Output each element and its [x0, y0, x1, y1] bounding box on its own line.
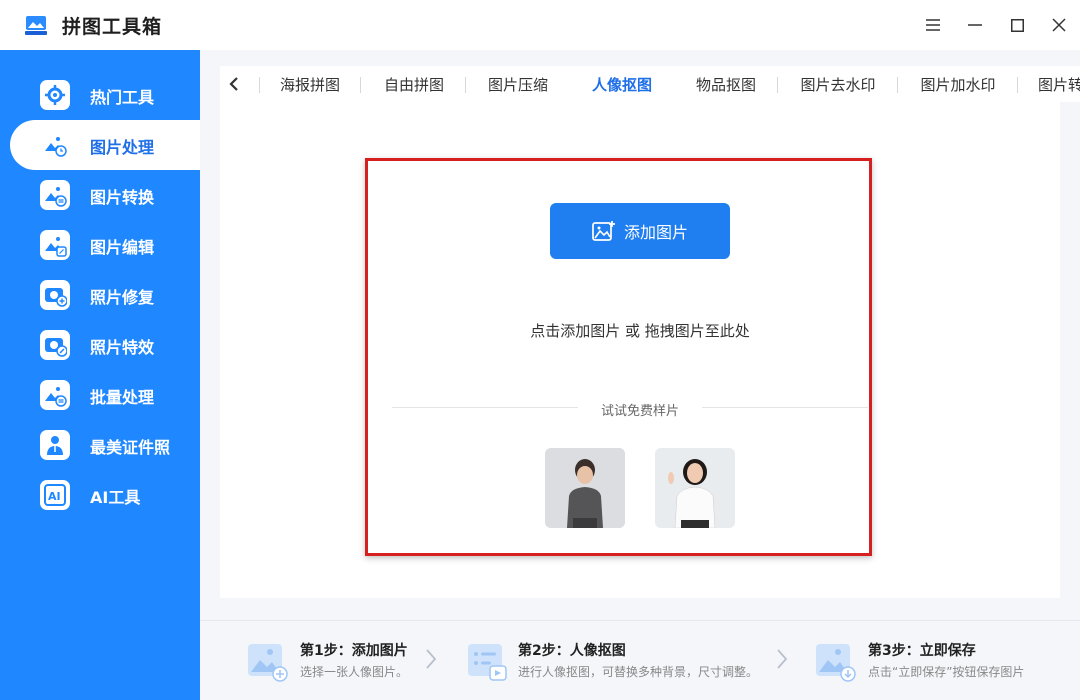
id-photo-icon [40, 430, 70, 460]
step-2-desc: 进行人像抠图，可替换多种背景，尺寸调整。 [518, 665, 759, 679]
tab-separator [360, 77, 361, 93]
tab-image-convert[interactable]: 图片转 [1022, 66, 1080, 102]
sidebar-item-label: 图片编辑 [90, 238, 155, 257]
tab-free-collage[interactable]: 自由拼图 [366, 66, 462, 102]
tab-add-watermark[interactable]: 图片加水印 [902, 66, 1014, 102]
sidebar-item-image-convert[interactable]: 图片转换 [10, 170, 200, 220]
camera-wand-icon [40, 330, 70, 360]
sidebar-item-label: AI工具 [90, 488, 141, 507]
sidebar-item-label: 图片转换 [90, 188, 155, 207]
sidebar-item-label: 批量处理 [90, 388, 155, 407]
camera-plus-icon [40, 280, 70, 310]
image-batch-icon [40, 380, 70, 410]
image-clock-icon [40, 130, 70, 160]
chevron-right-icon [776, 648, 788, 676]
image-edit-icon [40, 230, 70, 260]
tab-separator [259, 77, 260, 93]
chevron-right-icon [425, 648, 437, 676]
menu-icon[interactable] [918, 10, 948, 40]
sidebar-item-label: 照片特效 [90, 338, 155, 357]
app-logo-icon [25, 16, 47, 35]
steps-footer [200, 620, 1080, 700]
app-title: 拼图工具箱 [62, 16, 163, 38]
add-image-step-icon [248, 644, 288, 682]
close-button[interactable] [1044, 10, 1074, 40]
tab-separator [777, 77, 778, 93]
sidebar-item-label: 照片修复 [90, 288, 155, 307]
settings-icon [40, 80, 70, 110]
ai-icon: AI [40, 480, 70, 510]
sidebar-item-hot-tools[interactable]: 热门工具 [10, 70, 200, 120]
save-step-icon [816, 644, 856, 682]
chevron-left-icon[interactable] [220, 70, 248, 98]
image-convert-icon [40, 180, 70, 210]
minimize-button[interactable] [960, 10, 990, 40]
sidebar-item-id-photo[interactable]: 最美证件照 [10, 420, 200, 470]
tab-remove-watermark[interactable]: 图片去水印 [782, 66, 894, 102]
sidebar-item-photo-repair[interactable]: 照片修复 [10, 270, 200, 320]
sidebar-item-ai-tools[interactable]: AI AI工具 [10, 470, 200, 520]
step-3-desc: 点击“立即保存”按钮保存图片 [868, 665, 1025, 679]
sidebar-item-image-processing[interactable]: 图片处理 [10, 120, 200, 170]
sidebar-item-label: 热门工具 [90, 88, 155, 107]
step-2-title: 第2步：人像抠图 [518, 643, 626, 659]
title-bar: 拼图工具箱 [0, 0, 1080, 50]
tab-image-compress[interactable]: 图片压缩 [470, 66, 566, 102]
tab-separator [1017, 77, 1018, 93]
cutout-step-icon [468, 644, 507, 681]
sidebar-item-image-edit[interactable]: 图片编辑 [10, 220, 200, 270]
tab-poster-collage[interactable]: 海报拼图 [262, 66, 358, 102]
sidebar-item-photo-effects[interactable]: 照片特效 [10, 320, 200, 370]
tab-object-cutout[interactable]: 物品抠图 [678, 66, 774, 102]
sidebar: 热门工具 图片处理 图片转换 图片编辑 照片修复 照片特效 批量处理 最美证件照… [0, 50, 200, 700]
step-3-title: 第3步：立即保存 [868, 643, 976, 659]
svg-text:AI: AI [48, 490, 61, 503]
tab-separator [897, 77, 898, 93]
highlight-box [365, 158, 872, 556]
step-1-desc: 选择一张人像图片。 [300, 665, 409, 679]
tab-separator [465, 77, 466, 93]
sidebar-item-label: 图片处理 [90, 138, 155, 157]
step-1-title: 第1步：添加图片 [300, 643, 408, 659]
tab-portrait-cutout[interactable]: 人像抠图 [571, 66, 673, 102]
maximize-button[interactable] [1002, 10, 1032, 40]
sidebar-item-batch[interactable]: 批量处理 [10, 370, 200, 420]
sidebar-item-label: 最美证件照 [90, 438, 171, 457]
